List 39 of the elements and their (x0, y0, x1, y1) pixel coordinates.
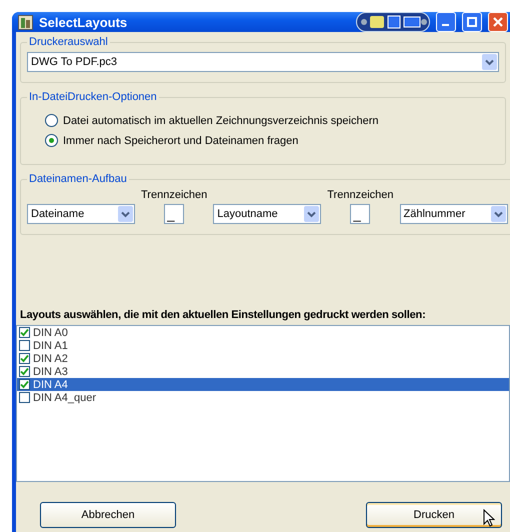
mouse-cursor-icon (483, 509, 495, 527)
layout-list-item[interactable]: DIN A4_quer (17, 391, 509, 404)
layout-list-item[interactable]: DIN A0 (17, 326, 509, 339)
checkbox[interactable] (19, 392, 30, 403)
layout-list-item[interactable]: DIN A1 (17, 339, 509, 352)
printer-dropdown[interactable]: DWG To PDF.pc3 (27, 52, 499, 72)
list-heading: Layouts auswählen, die mit den aktuellen Einstellungen gedruckt werden sollen: (20, 309, 427, 321)
name-part-dropdown[interactable]: Dateiname (27, 204, 135, 224)
maximize-icon (467, 17, 477, 27)
separator-field[interactable]: _ (164, 204, 184, 224)
close-icon (493, 17, 503, 27)
radio-button[interactable] (45, 114, 58, 127)
checkbox[interactable] (19, 327, 30, 338)
field-heading: Trennzeichen (141, 189, 208, 201)
field-heading: Trennzeichen (327, 189, 394, 201)
checkbox[interactable] (19, 379, 30, 390)
app-icon (18, 14, 33, 30)
layout-list-item[interactable]: DIN A4 (17, 378, 509, 391)
radio-label[interactable]: Datei automatisch im aktuellen Zeichnungsverzeichnis speichern (63, 114, 378, 126)
layout-list-item[interactable]: DIN A3 (17, 365, 509, 378)
name-part-dropdown[interactable]: Zählnummer (400, 204, 508, 224)
group-title: Druckerauswahl (28, 36, 109, 48)
checkbox[interactable] (19, 366, 30, 377)
minimize-button[interactable] (436, 12, 456, 32)
dialog-button[interactable]: Drucken (366, 502, 502, 528)
maximize-button[interactable] (462, 12, 482, 32)
close-button[interactable] (488, 12, 508, 32)
checkbox[interactable] (19, 353, 30, 364)
separator-field[interactable]: _ (350, 204, 370, 224)
layout-list-item[interactable]: DIN A2 (17, 352, 509, 365)
window-title: SelectLayouts (39, 14, 128, 30)
dialog-button[interactable]: Abbrechen (40, 502, 176, 528)
name-part-dropdown[interactable]: Layoutname (213, 204, 322, 224)
radio-label[interactable]: Immer nach Speicherort und Dateinamen fragen (63, 134, 298, 146)
group-title: In-DateiDrucken-Optionen (28, 91, 158, 103)
radio-button[interactable] (45, 134, 58, 147)
checkbox[interactable] (19, 340, 30, 351)
group-title: Dateinamen-Aufbau (28, 173, 128, 185)
toolbar-pill-drawing[interactable] (356, 12, 430, 32)
